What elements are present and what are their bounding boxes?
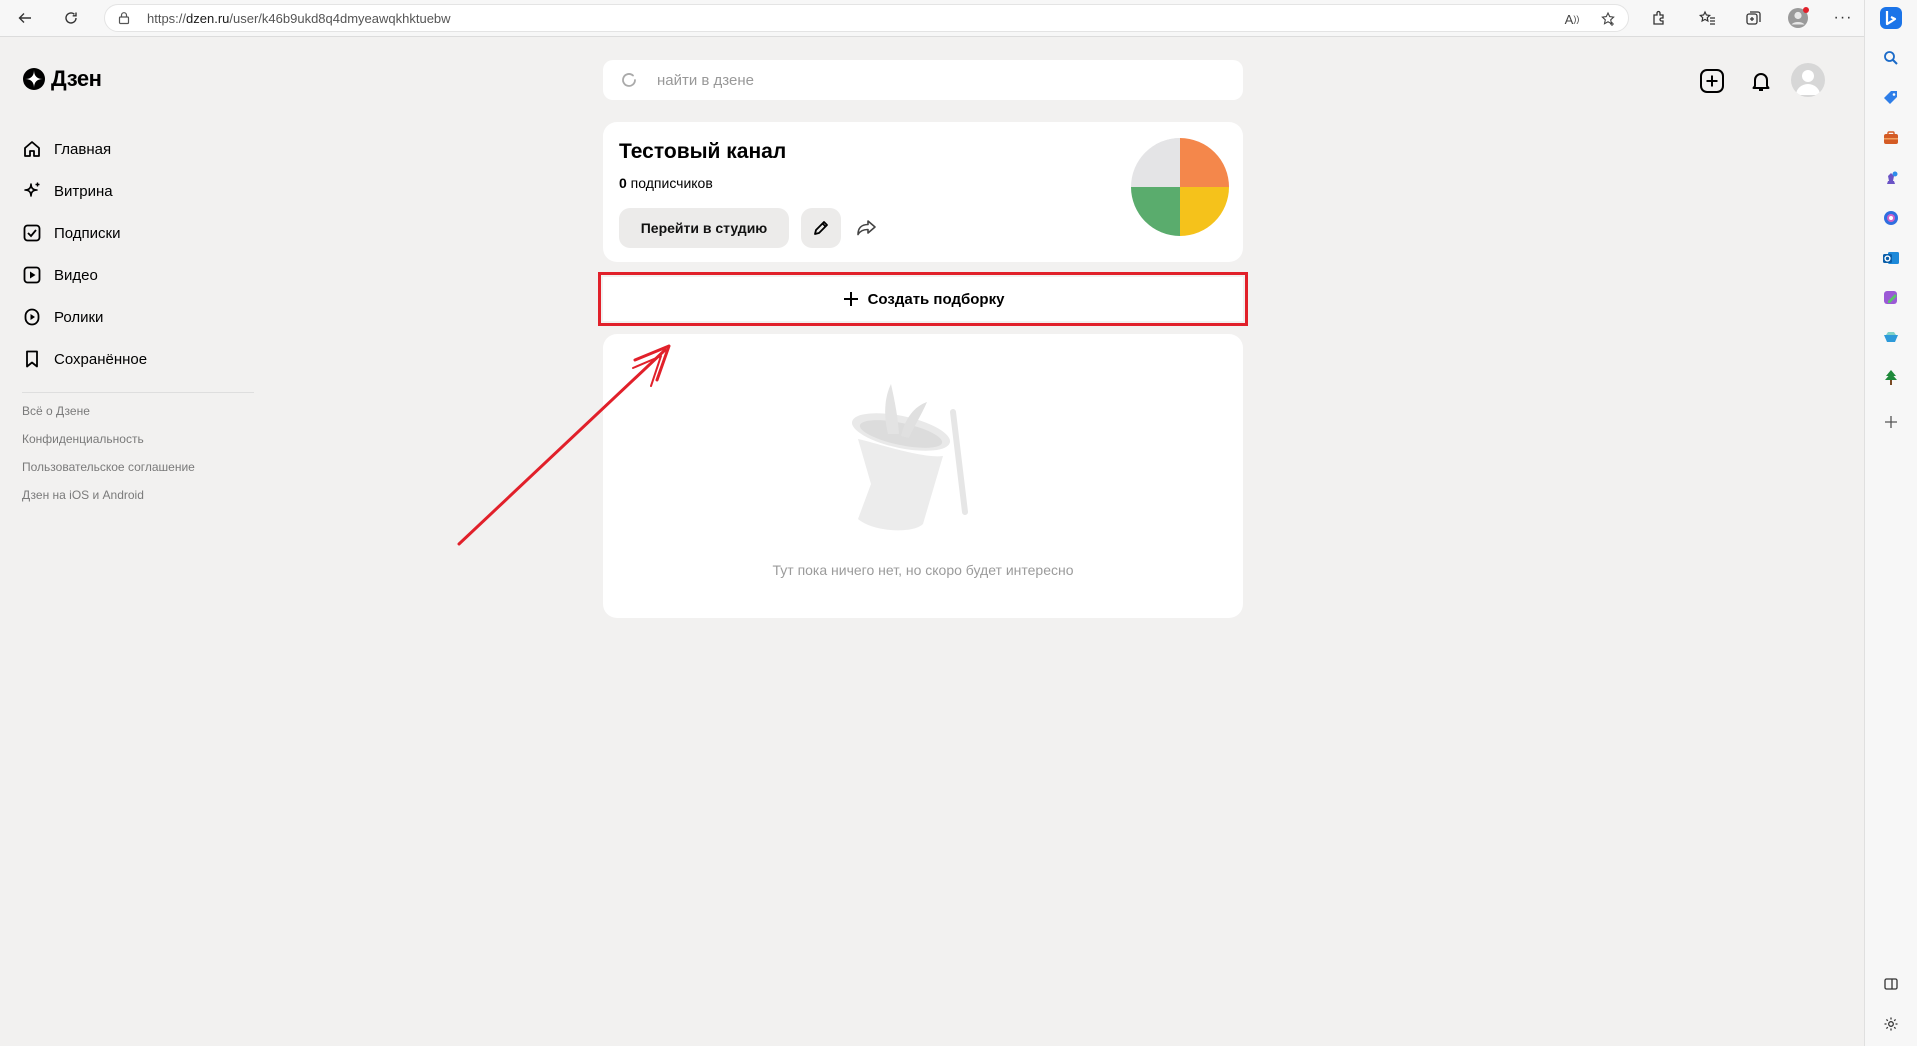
empty-state-message: Тут пока ничего нет, но скоро будет инте…: [772, 562, 1074, 578]
bookmark-icon: [26, 350, 38, 368]
sidebar-item-label: Ролики: [54, 308, 104, 326]
refresh-button[interactable]: [56, 4, 86, 32]
sidebar-item-showcase[interactable]: Витрина: [22, 170, 254, 212]
highlight-frame: [598, 272, 1248, 326]
edge-sidebar: [1864, 0, 1917, 1046]
address-bar[interactable]: https://dzen.ru/user/k46b9ukd8q4dmyeawqk…: [104, 4, 1629, 32]
sidebar-item-home[interactable]: Главная: [22, 128, 254, 170]
extensions-icon[interactable]: [1646, 5, 1672, 31]
user-avatar[interactable]: [1791, 63, 1825, 97]
sidebar-item-label: Подписки: [54, 224, 121, 242]
sidebar-item-video[interactable]: Видео: [22, 254, 254, 296]
sidebar-divider: [22, 392, 254, 393]
lock-icon[interactable]: [117, 11, 131, 30]
plus-square-icon: [1700, 69, 1724, 93]
magic-hat-icon: [851, 384, 968, 531]
sidebar-item-label: Видео: [54, 266, 98, 284]
search-icon: [622, 73, 636, 87]
check-square-icon: [23, 224, 41, 242]
share-button[interactable]: [853, 214, 881, 242]
notifications-button[interactable]: [1746, 66, 1776, 96]
profile-icon[interactable]: [1785, 5, 1811, 31]
edit-channel-button[interactable]: [801, 208, 841, 248]
add-favorite-icon[interactable]: [1599, 11, 1617, 27]
search-sidebar-icon[interactable]: [1879, 46, 1903, 70]
sparkle-icon: [24, 182, 40, 197]
tree-icon[interactable]: [1879, 366, 1903, 390]
channel-card: Тестовый канал 0 подписчиков Перейти в с…: [603, 122, 1243, 262]
back-button[interactable]: [10, 4, 40, 32]
sidebar-item-shorts[interactable]: Ролики: [22, 296, 254, 338]
footer-link-apps[interactable]: Дзен на iOS и Android: [22, 488, 195, 516]
settings-gear-icon[interactable]: [1879, 1012, 1903, 1036]
go-to-studio-button[interactable]: Перейти в студию: [619, 208, 789, 248]
bing-copilot-icon[interactable]: [1879, 6, 1903, 30]
favorites-icon[interactable]: [1694, 5, 1720, 31]
empty-state-card: Тут пока ничего нет, но скоро будет инте…: [603, 334, 1243, 618]
microsoft-365-icon[interactable]: [1879, 206, 1903, 230]
dzen-star-icon: [23, 68, 45, 90]
channel-avatar[interactable]: [1131, 138, 1229, 236]
outlook-icon[interactable]: [1879, 246, 1903, 270]
tools-briefcase-icon[interactable]: [1879, 126, 1903, 150]
shopping-tag-icon[interactable]: [1879, 86, 1903, 110]
search-placeholder: найти в дзене: [657, 71, 754, 89]
sidebar-item-saved[interactable]: Сохранённое: [22, 338, 254, 380]
channel-title: Тестовый канал: [619, 140, 787, 163]
sidebar-item-label: Витрина: [54, 182, 113, 200]
browser-toolbar: https://dzen.ru/user/k46b9ukd8q4dmyeawqk…: [0, 0, 1917, 37]
sidebar-item-subscriptions[interactable]: Подписки: [22, 212, 254, 254]
sidebar-item-label: Главная: [54, 140, 112, 158]
back-arrow-icon: [18, 13, 31, 23]
footer-link-privacy[interactable]: Конфиденциальность: [22, 432, 195, 460]
drop-send-icon[interactable]: [1879, 326, 1903, 350]
footer-link-terms[interactable]: Пользовательское соглашение: [22, 460, 195, 488]
play-square-icon: [23, 266, 41, 284]
designer-icon[interactable]: [1879, 286, 1903, 310]
url-text[interactable]: https://dzen.ru/user/k46b9ukd8q4dmyeawqk…: [147, 11, 451, 26]
home-icon: [24, 141, 40, 157]
share-arrow-icon: [857, 220, 876, 236]
sidebar-nav: Главная Витрина Подписки Видео Ролики Со…: [22, 128, 254, 393]
play-circle-icon: [24, 308, 40, 326]
dzen-logo[interactable]: Дзен: [22, 66, 102, 92]
subscribers-count: 0 подписчиков: [619, 175, 713, 191]
add-sidebar-app-icon[interactable]: [1879, 410, 1903, 434]
read-aloud-icon[interactable]: A)): [1563, 11, 1581, 27]
annotation-arrow: [457, 344, 671, 546]
footer-link-about[interactable]: Всё о Дзене: [22, 404, 195, 432]
avatar-placeholder-icon: [1796, 70, 1820, 95]
split-screen-icon[interactable]: [1879, 972, 1903, 996]
bell-icon: [1752, 73, 1770, 91]
sidebar-item-label: Сохранённое: [54, 350, 148, 368]
footer-links: Всё о Дзене Конфиденциальность Пользоват…: [22, 404, 195, 516]
games-chess-icon[interactable]: [1879, 166, 1903, 190]
refresh-icon: [65, 12, 77, 24]
pencil-icon: [814, 221, 828, 235]
logo-text: Дзен: [51, 66, 102, 91]
more-menu-icon[interactable]: ···: [1830, 5, 1856, 31]
search-input[interactable]: найти в дзене: [603, 60, 1243, 100]
create-post-button[interactable]: [1697, 66, 1727, 96]
collections-icon[interactable]: [1740, 5, 1766, 31]
